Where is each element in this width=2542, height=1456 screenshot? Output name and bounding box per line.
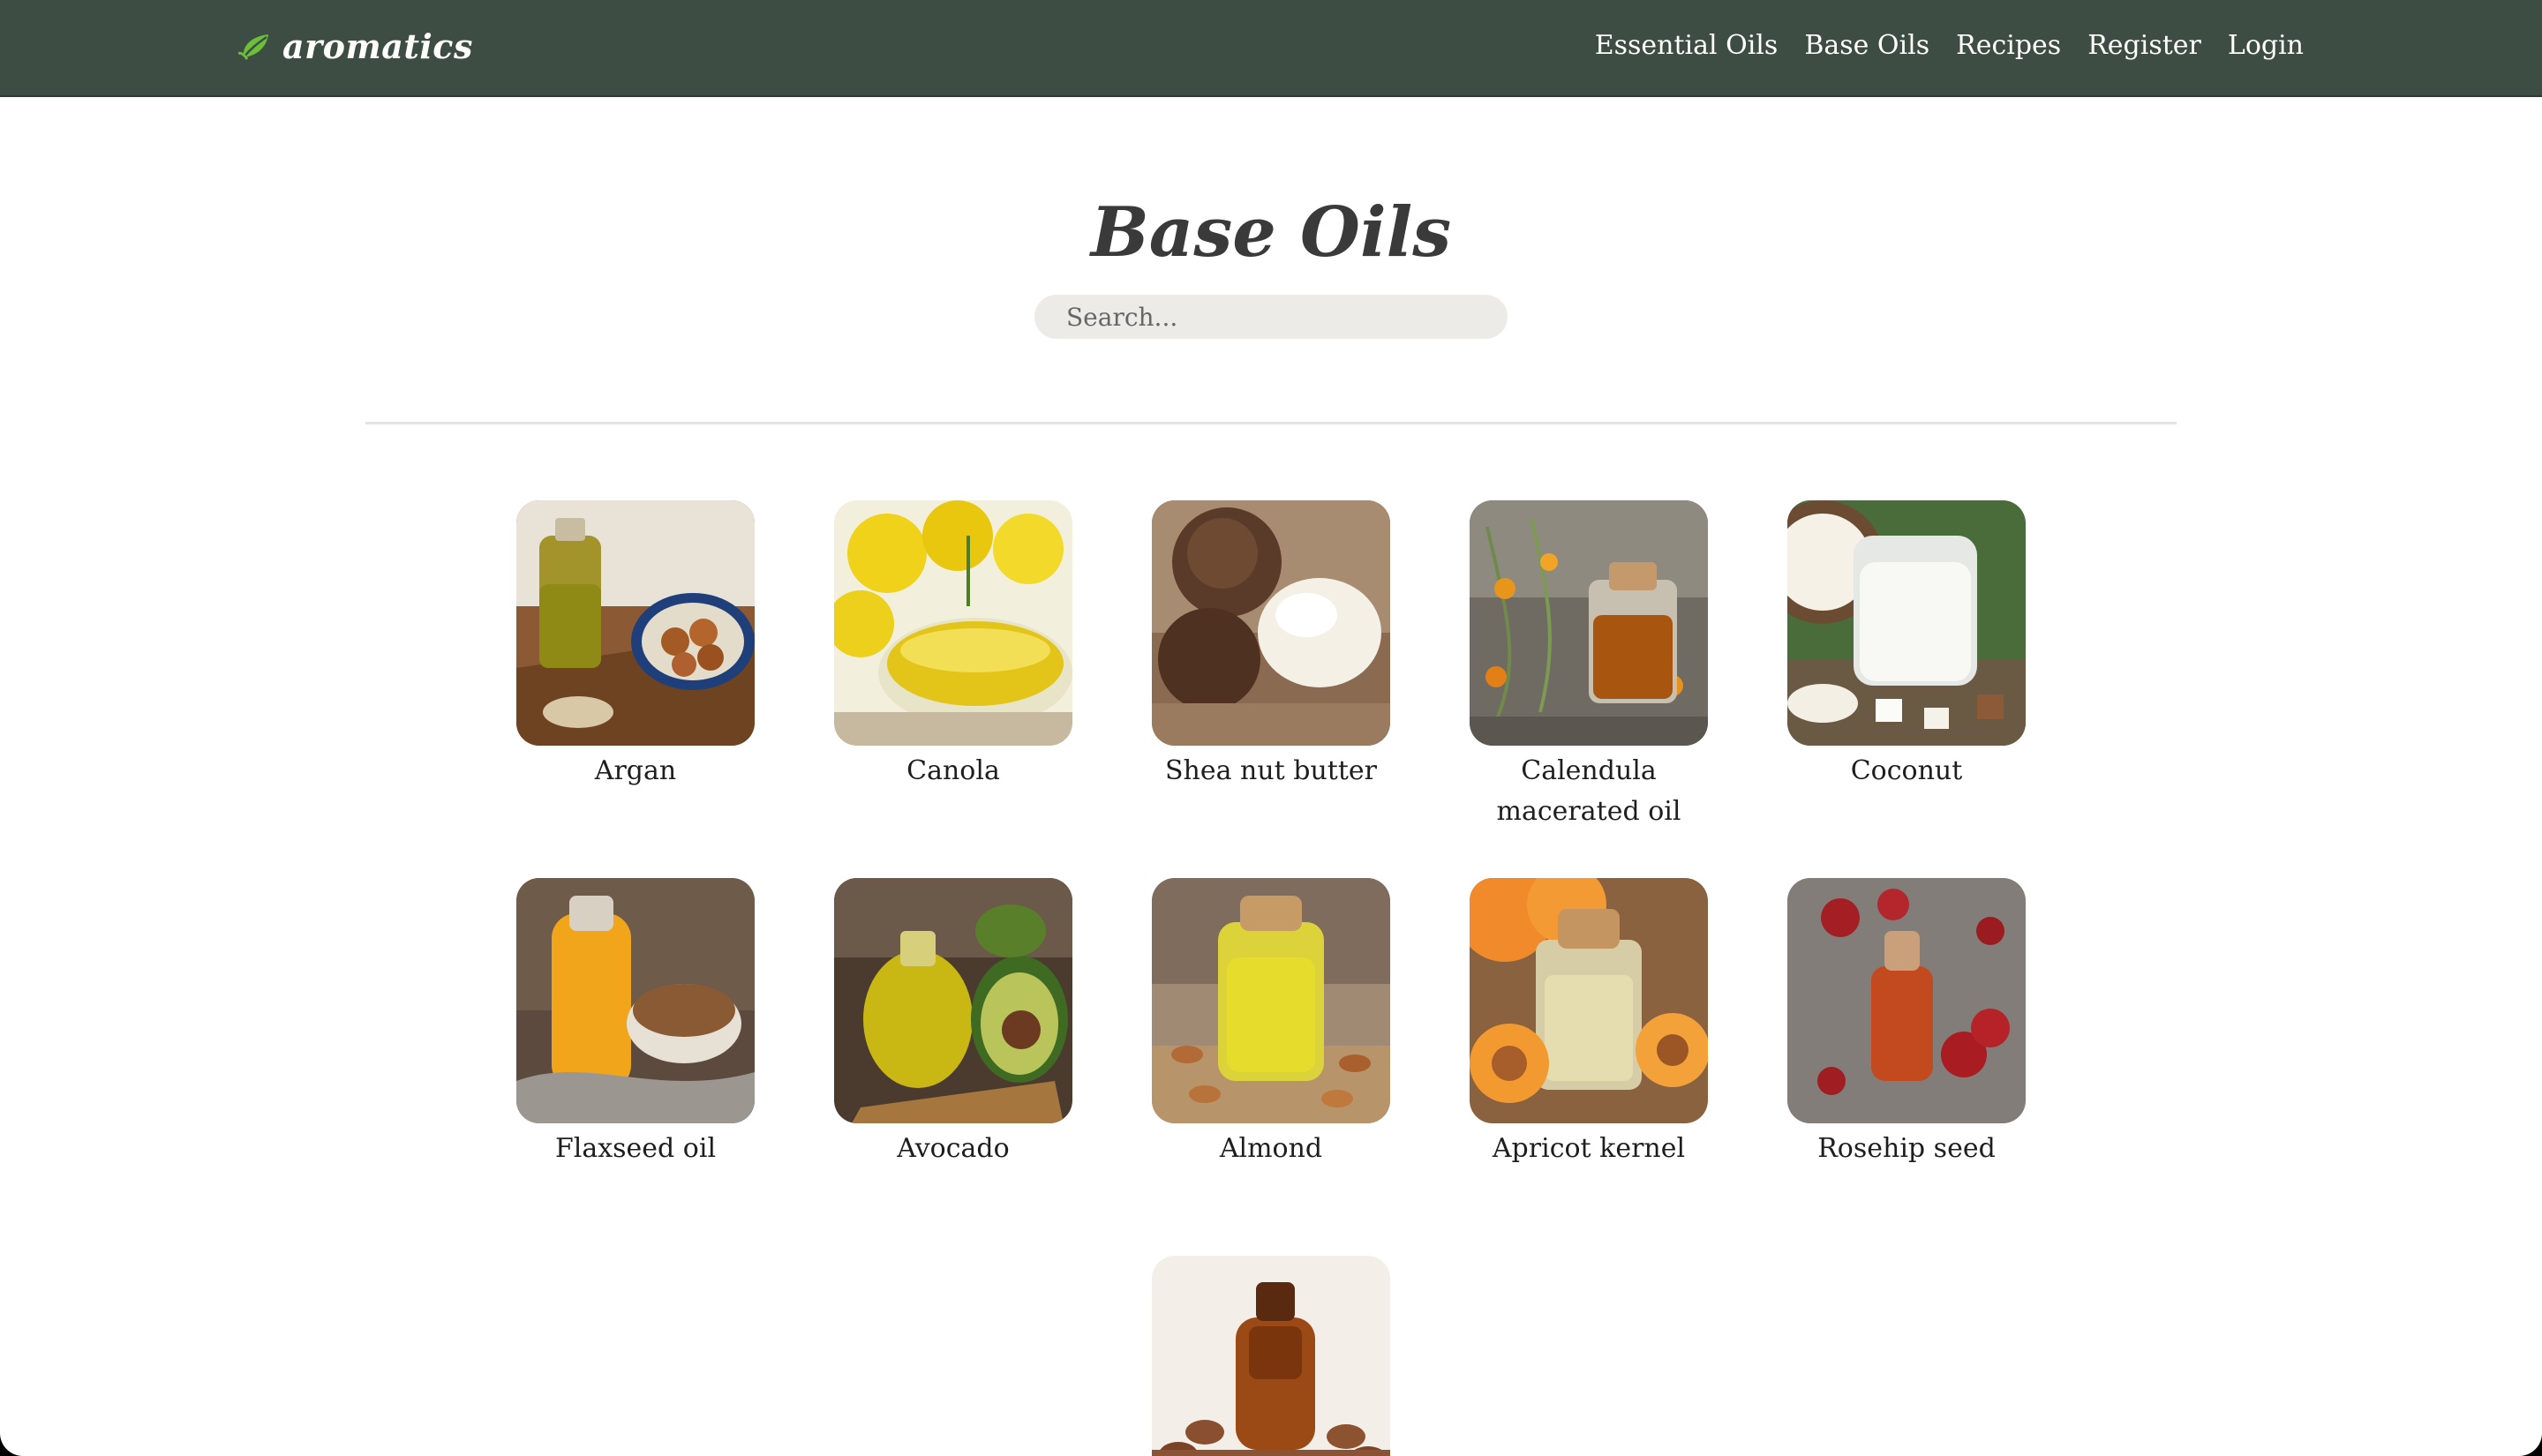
oil-card-11[interactable] xyxy=(1152,1256,1390,1456)
shea-butter-image xyxy=(1152,500,1390,746)
nav-login[interactable]: Login xyxy=(2228,30,2304,61)
nav-essential-oils[interactable]: Essential Oils xyxy=(1595,30,1779,61)
almond-oil-image xyxy=(1152,878,1390,1123)
oil-name: Calendula macerated oil xyxy=(1496,755,1681,827)
search-input[interactable] xyxy=(1034,295,1508,339)
navbar: aromatics Essential Oils Base Oils Recip… xyxy=(0,0,2542,97)
canola-oil-image xyxy=(834,500,1072,746)
oil-card-avocado[interactable]: Avocado xyxy=(834,878,1072,1169)
oil-name: Apricot kernel xyxy=(1492,1133,1686,1164)
coconut-oil-image xyxy=(1787,500,2026,746)
oil-card-shea[interactable]: Shea nut butter xyxy=(1152,500,1390,792)
calendula-oil-image xyxy=(1470,500,1708,746)
rosehip-oil-image xyxy=(1787,878,2026,1123)
leaf-icon xyxy=(237,27,275,66)
oil-name: Flaxseed oil xyxy=(554,1133,717,1164)
oil-card-argan[interactable]: Argan xyxy=(516,500,755,792)
brand-logo[interactable]: aromatics xyxy=(237,26,473,66)
flaxseed-oil-image xyxy=(516,878,755,1123)
oil-name: Argan xyxy=(594,755,677,786)
oil-name: Avocado xyxy=(897,1133,1010,1164)
oil-card-coconut[interactable]: Coconut xyxy=(1787,500,2026,792)
oil-card-rosehip[interactable]: Rosehip seed xyxy=(1787,878,2026,1169)
oil-card-flaxseed[interactable]: Flaxseed oil xyxy=(516,878,755,1169)
brand-name: aromatics xyxy=(282,26,473,66)
browser-window: aromatics Essential Oils Base Oils Recip… xyxy=(0,0,2542,1456)
oil-card-calendula[interactable]: Calendula macerated oil xyxy=(1470,500,1708,832)
argan-oil-image xyxy=(516,500,755,746)
oil-name: Shea nut butter xyxy=(1164,755,1377,786)
nav-base-oils[interactable]: Base Oils xyxy=(1804,30,1929,61)
oil-name: Coconut xyxy=(1850,755,1963,786)
oil-card-almond[interactable]: Almond xyxy=(1152,878,1390,1169)
apricot-oil-image xyxy=(1470,878,1708,1123)
oil-card-apricot[interactable]: Apricot kernel xyxy=(1470,878,1708,1169)
oil-name: Canola xyxy=(906,755,1000,786)
oil-name: Rosehip seed xyxy=(1817,1133,1996,1164)
divider xyxy=(365,422,2177,424)
main-nav: Essential Oils Base Oils Recipes Registe… xyxy=(1595,30,2304,61)
oil-card-canola[interactable]: Canola xyxy=(834,500,1072,792)
jojoba-oil-image xyxy=(1152,1256,1390,1456)
oil-name: Almond xyxy=(1219,1133,1323,1164)
nav-recipes[interactable]: Recipes xyxy=(1956,30,2061,61)
avocado-oil-image xyxy=(834,878,1072,1123)
nav-register[interactable]: Register xyxy=(2087,30,2201,61)
page-title: Base Oils xyxy=(1090,192,1452,273)
